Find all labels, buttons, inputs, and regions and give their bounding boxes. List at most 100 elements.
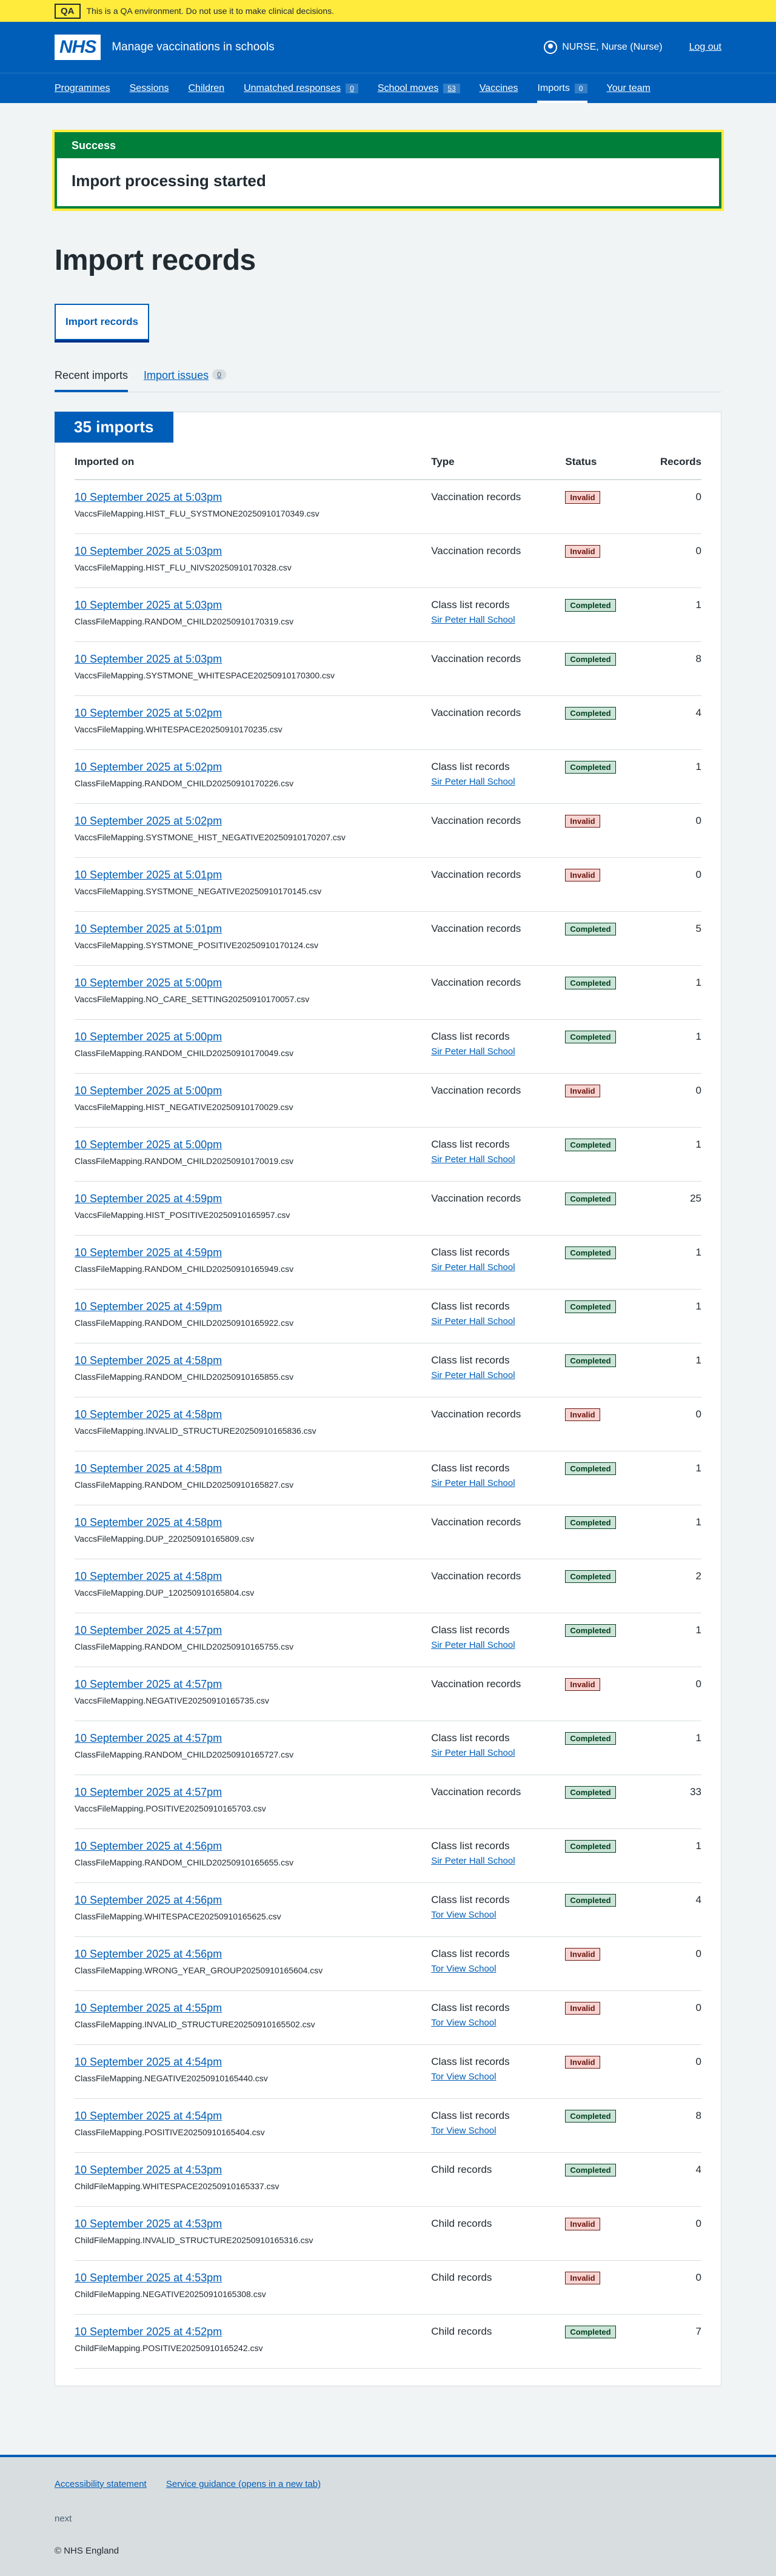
import-date-link[interactable]: 10 September 2025 at 5:03pm bbox=[75, 491, 222, 503]
import-type: Child records bbox=[431, 2217, 492, 2229]
import-date-link[interactable]: 10 September 2025 at 4:57pm bbox=[75, 1624, 222, 1636]
school-link[interactable]: Tor View School bbox=[431, 1910, 565, 1920]
cell-records: 7 bbox=[656, 2314, 701, 2369]
cell-records: 0 bbox=[656, 803, 701, 858]
cell-status: Invalid bbox=[565, 2206, 657, 2261]
import-type: Class list records bbox=[431, 1947, 510, 1959]
import-date-link[interactable]: 10 September 2025 at 4:56pm bbox=[75, 1840, 222, 1852]
school-link[interactable]: Sir Peter Hall School bbox=[431, 1154, 565, 1165]
import-date-link[interactable]: 10 September 2025 at 4:54pm bbox=[75, 2056, 222, 2068]
status-badge: Invalid bbox=[565, 544, 600, 558]
version-label: next bbox=[55, 2514, 72, 2524]
status-badge: Completed bbox=[565, 1138, 616, 1151]
accessibility-statement-link[interactable]: Accessibility statement bbox=[55, 2479, 147, 2489]
import-date-link[interactable]: 10 September 2025 at 4:58pm bbox=[75, 1462, 222, 1474]
import-date-link[interactable]: 10 September 2025 at 4:58pm bbox=[75, 1354, 222, 1367]
nav-item-children[interactable]: Children bbox=[189, 73, 225, 103]
import-date-link[interactable]: 10 September 2025 at 5:03pm bbox=[75, 653, 222, 665]
cell-status: Completed bbox=[565, 1505, 657, 1559]
import-date-link[interactable]: 10 September 2025 at 4:52pm bbox=[75, 2326, 222, 2338]
service-guidance-link[interactable]: Service guidance (opens in a new tab) bbox=[166, 2479, 321, 2489]
import-date-link[interactable]: 10 September 2025 at 4:57pm bbox=[75, 1678, 222, 1690]
import-date-link[interactable]: 10 September 2025 at 4:56pm bbox=[75, 1948, 222, 1960]
import-date-link[interactable]: 10 September 2025 at 5:02pm bbox=[75, 815, 222, 827]
school-link[interactable]: Tor View School bbox=[431, 2072, 565, 2082]
import-date-link[interactable]: 10 September 2025 at 4:55pm bbox=[75, 2002, 222, 2014]
import-date-link[interactable]: 10 September 2025 at 4:53pm bbox=[75, 2272, 222, 2284]
status-badge: Completed bbox=[565, 1030, 616, 1043]
school-link[interactable]: Tor View School bbox=[431, 2126, 565, 2136]
nhs-logo[interactable]: NHS bbox=[55, 35, 101, 60]
cell-status: Invalid bbox=[565, 2044, 657, 2099]
import-date-link[interactable]: 10 September 2025 at 5:01pm bbox=[75, 869, 222, 881]
cell-status: Invalid bbox=[565, 803, 657, 858]
import-date-link[interactable]: 10 September 2025 at 5:03pm bbox=[75, 545, 222, 557]
school-link[interactable]: Tor View School bbox=[431, 1964, 565, 1974]
school-link[interactable]: Sir Peter Hall School bbox=[431, 1316, 565, 1326]
import-date-link[interactable]: 10 September 2025 at 4:56pm bbox=[75, 1894, 222, 1906]
tab-recent-imports[interactable]: Recent imports bbox=[55, 366, 129, 392]
school-link[interactable]: Sir Peter Hall School bbox=[431, 1856, 565, 1866]
nav-item-your-team[interactable]: Your team bbox=[607, 73, 651, 103]
tab-import-issues[interactable]: Import issues 0 bbox=[144, 366, 226, 392]
table-row: 10 September 2025 at 4:59pm ClassFileMapp… bbox=[75, 1289, 701, 1343]
nav-item-school-moves[interactable]: School moves 53 bbox=[378, 73, 460, 103]
import-records-button[interactable]: Import records bbox=[55, 304, 149, 340]
import-date-link[interactable]: 10 September 2025 at 5:00pm bbox=[75, 1139, 222, 1151]
import-date-link[interactable]: 10 September 2025 at 4:59pm bbox=[75, 1246, 222, 1259]
nav-item-unmatched-responses[interactable]: Unmatched responses 0 bbox=[244, 73, 358, 103]
import-date-link[interactable]: 10 September 2025 at 5:02pm bbox=[75, 707, 222, 719]
import-date-link[interactable]: 10 September 2025 at 4:58pm bbox=[75, 1516, 222, 1528]
school-link[interactable]: Sir Peter Hall School bbox=[431, 1046, 565, 1057]
school-link[interactable]: Sir Peter Hall School bbox=[431, 1748, 565, 1758]
cell-records: 1 bbox=[656, 1828, 701, 1883]
import-date-link[interactable]: 10 September 2025 at 4:59pm bbox=[75, 1300, 222, 1313]
nav-item-sessions[interactable]: Sessions bbox=[130, 73, 169, 103]
school-link[interactable]: Sir Peter Hall School bbox=[431, 1640, 565, 1650]
nav-item-label: Unmatched responses bbox=[244, 82, 341, 93]
import-type: Class list records bbox=[431, 1731, 510, 1744]
nav-item-vaccines[interactable]: Vaccines bbox=[480, 73, 518, 103]
import-date-link[interactable]: 10 September 2025 at 5:00pm bbox=[75, 1031, 222, 1043]
cell-status: Completed bbox=[565, 1127, 657, 1182]
nav-item-programmes[interactable]: Programmes bbox=[55, 73, 110, 103]
school-link[interactable]: Sir Peter Hall School bbox=[431, 1262, 565, 1273]
logout-link[interactable]: Log out bbox=[689, 42, 721, 53]
school-link[interactable]: Sir Peter Hall School bbox=[431, 1478, 565, 1488]
cell-type: Vaccination records bbox=[431, 911, 566, 966]
cell-status: Completed bbox=[565, 2152, 657, 2207]
nav-item-imports[interactable]: Imports 0 bbox=[537, 73, 587, 103]
school-link[interactable]: Sir Peter Hall School bbox=[431, 615, 565, 625]
status-badge: Invalid bbox=[565, 2271, 600, 2284]
environment-banner: QA This is a QA environment. Do not use … bbox=[0, 0, 776, 22]
imports-card: 35 imports Imported on Type Status Recor… bbox=[55, 412, 721, 2386]
import-date-link[interactable]: 10 September 2025 at 5:03pm bbox=[75, 599, 222, 611]
cell-imported-on: 10 September 2025 at 4:58pm VaccsFileMapp… bbox=[75, 1397, 432, 1451]
import-date-link[interactable]: 10 September 2025 at 4:57pm bbox=[75, 1786, 222, 1798]
school-link[interactable]: Sir Peter Hall School bbox=[431, 1370, 565, 1380]
import-filename: ClassFileMapping.NEGATIVE20250910165440.… bbox=[75, 2073, 268, 2083]
school-link[interactable]: Tor View School bbox=[431, 2018, 565, 2028]
status-badge: Completed bbox=[565, 1462, 616, 1475]
import-date-link[interactable]: 10 September 2025 at 5:00pm bbox=[75, 977, 222, 989]
import-date-link[interactable]: 10 September 2025 at 5:02pm bbox=[75, 761, 222, 773]
import-date-link[interactable]: 10 September 2025 at 5:01pm bbox=[75, 923, 222, 935]
import-filename: VaccsFileMapping.HIST_NEGATIVE2025091017… bbox=[75, 1102, 293, 1112]
cell-imported-on: 10 September 2025 at 5:02pm VaccsFileMapp… bbox=[75, 803, 432, 858]
service-name[interactable]: Manage vaccinations in schools bbox=[112, 41, 274, 54]
table-row: 10 September 2025 at 5:00pm VaccsFileMapp… bbox=[75, 965, 701, 1020]
import-date-link[interactable]: 10 September 2025 at 4:54pm bbox=[75, 2110, 222, 2122]
import-type: Vaccination records bbox=[431, 1516, 521, 1528]
cell-records: 1 bbox=[656, 1235, 701, 1290]
import-date-link[interactable]: 10 September 2025 at 5:00pm bbox=[75, 1085, 222, 1097]
import-date-link[interactable]: 10 September 2025 at 4:57pm bbox=[75, 1732, 222, 1744]
cell-records: 0 bbox=[656, 1667, 701, 1721]
school-link[interactable]: Sir Peter Hall School bbox=[431, 777, 565, 787]
import-date-link[interactable]: 10 September 2025 at 4:59pm bbox=[75, 1193, 222, 1205]
import-date-link[interactable]: 10 September 2025 at 4:58pm bbox=[75, 1570, 222, 1582]
import-date-link[interactable]: 10 September 2025 at 4:53pm bbox=[75, 2218, 222, 2230]
import-date-link[interactable]: 10 September 2025 at 4:53pm bbox=[75, 2164, 222, 2176]
environment-tag: QA bbox=[55, 3, 81, 19]
cell-imported-on: 10 September 2025 at 5:01pm VaccsFileMapp… bbox=[75, 911, 432, 966]
import-date-link[interactable]: 10 September 2025 at 4:58pm bbox=[75, 1408, 222, 1420]
